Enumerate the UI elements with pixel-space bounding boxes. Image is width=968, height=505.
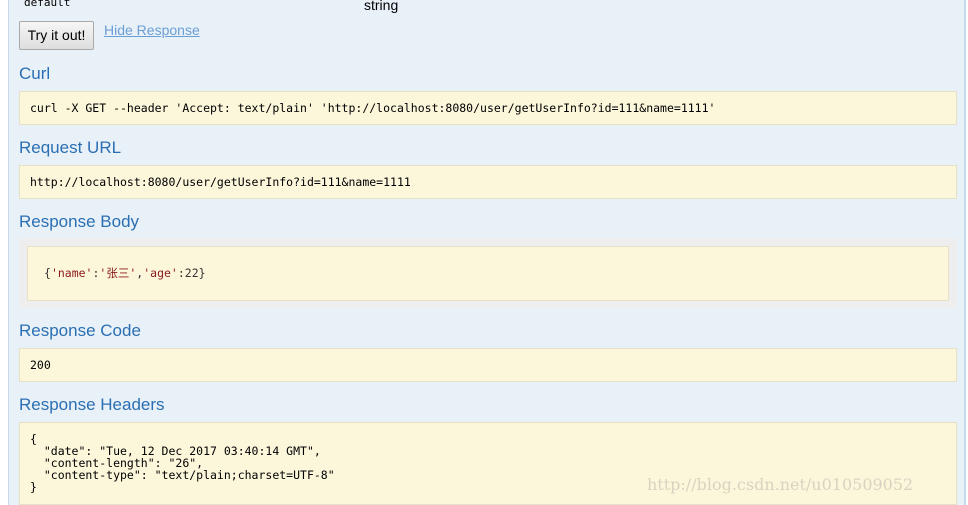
response-code-heading: Response Code <box>19 321 141 340</box>
json-brace-open: { <box>44 266 51 280</box>
request-url-heading: Request URL <box>19 138 122 157</box>
parameter-value: default <box>24 0 71 9</box>
curl-heading: Curl <box>19 64 51 83</box>
json-key-name: 'name' <box>50 266 93 280</box>
page: default string Try it out! Hide Response… <box>0 0 968 505</box>
response-body-container: {'name':'张三','age':22} <box>19 238 957 308</box>
response-body-heading: Response Body <box>19 212 140 231</box>
parameter-type: string <box>364 0 399 13</box>
curl-command: curl -X GET --header 'Accept: text/plain… <box>19 91 957 125</box>
watermark: http://blog.csdn.net/u010509052 <box>647 475 914 494</box>
try-it-out-button[interactable]: Try it out! <box>19 21 94 50</box>
response-code-value: 200 <box>19 348 957 382</box>
response-body: {'name':'张三','age':22} <box>27 246 949 301</box>
json-value-name: '张三' <box>99 266 137 280</box>
json-brace-close: } <box>198 266 206 280</box>
request-url-value: http://localhost:8080/user/getUserInfo?i… <box>19 165 957 199</box>
json-value-age: 22 <box>184 266 199 280</box>
json-key-age: 'age' <box>143 266 178 280</box>
hide-response-link[interactable]: Hide Response <box>104 22 200 38</box>
response-headers-heading: Response Headers <box>19 395 165 414</box>
json-colon: : <box>177 266 185 280</box>
